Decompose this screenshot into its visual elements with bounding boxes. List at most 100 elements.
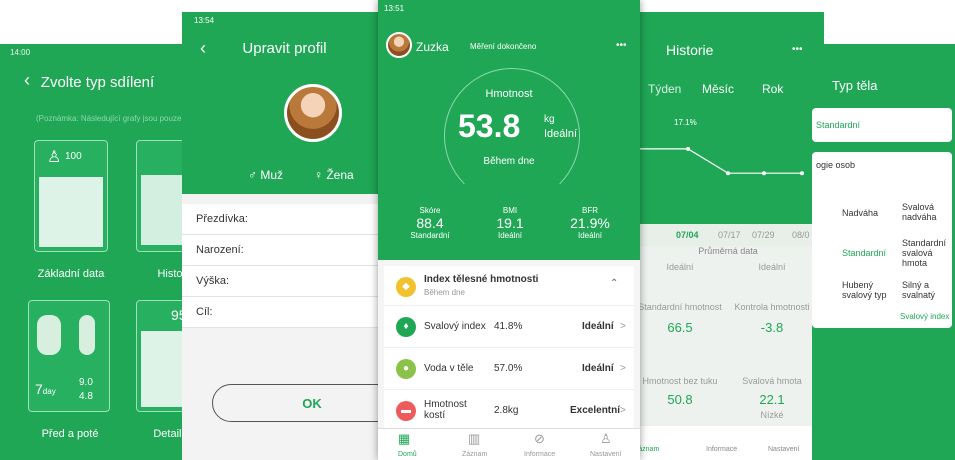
days-unit: day [42,387,56,396]
status-time: 14:00 [10,48,31,57]
weight-unit: kg [544,114,555,125]
history-chart [632,146,804,176]
chevron-up-icon[interactable]: ⌃ [610,278,618,289]
status-time: 13:54 [194,16,215,25]
bfr-value: 21.9% [570,215,610,231]
tab-record[interactable]: Záznam [462,451,487,458]
share-type-screen: 14:00 ‹ Zvolte typ sdílení (Poznámka: Ná… [0,44,195,460]
user-name[interactable]: Zuzka [416,40,449,54]
average-data-label: Průměrná data [698,246,758,256]
tab-info[interactable]: Informace [524,451,555,458]
bell-icon: ◆ [396,277,416,297]
body-type-screen: Typ těla Standardní ogie osob Nadváha Sv… [812,44,955,460]
gender-female-option[interactable]: ♀ Žena [314,168,354,182]
metric-value: 2.8kg [494,405,519,416]
during-day-label: Během dne [483,156,535,167]
metric-status: Ideální [582,363,614,374]
history-screen: Historie ••• Týden Měsíc Rok 17.1% 2 07/… [632,12,824,460]
avatar[interactable] [386,32,412,58]
bmi-index-header[interactable]: ◆ Index tělesné hmotnosti Během dne ⌃ [384,266,634,306]
birth-field[interactable]: Narození: [182,235,387,266]
page-title: Historie [666,42,714,58]
history-point[interactable] [686,146,690,151]
date-3[interactable]: 07/29 [752,230,775,240]
days-value: 7 [35,381,43,397]
tab-month[interactable]: Měsíc [702,82,734,96]
current-type: Standardní [816,120,861,130]
weight-loss-1: 9.0 [79,377,93,388]
ideal-label-2: Ideální [758,262,786,272]
person-icon[interactable]: ♙ [600,431,612,447]
standard-weight-value: 66.5 [667,320,693,335]
metric-status: Excelentní [570,405,621,416]
bmi-status: Ideální [497,231,523,240]
bfr-label: BFR [582,206,598,215]
metric-value: 41.8% [494,321,523,332]
metric-name: Svalový index [424,321,486,332]
date-2[interactable]: 07/17 [718,230,741,240]
overweight-label: Nadváha [842,208,879,218]
tab-settings[interactable]: Nastavení [590,451,622,458]
avatar[interactable] [284,84,342,142]
gender-male-option[interactable]: ♂ Muž [248,168,283,182]
edit-profile-screen: 13:54 ‹ Upravit profil ♂ Muž ♀ Žena Přez… [182,12,387,460]
data-grid [39,177,103,247]
score-status: Standardní [410,231,450,240]
strong-muscle-label: Silný a svalnatý [902,280,936,300]
metric-row[interactable]: ● Voda v těle 57.0% Ideální > [384,348,634,390]
person-icon: ♙ [47,149,62,166]
female-icon: ♀ [314,168,327,182]
date-4[interactable]: 08/0 [792,230,810,240]
types-heading: ogie osob [816,160,856,170]
standard-muscle-label: Standardní svalová hmota [902,238,947,268]
compass-icon[interactable]: ⊘ [534,431,545,447]
bmi-stat: BMI 19.1 Ideální [470,206,550,240]
date-selected[interactable]: 07/04 [676,230,699,240]
tab-year[interactable]: Rok [762,82,783,96]
before-after-label: Před a poté [41,428,99,440]
metric-name: Voda v těle [424,363,474,374]
before-figure [37,315,61,355]
chevron-right-icon: > [620,405,626,416]
bfr-status: Ideální [577,231,603,240]
goal-field[interactable]: Cíl: [182,297,387,328]
height-field[interactable]: Výška: [182,266,387,297]
fat-free-mass-label: Hmotnost bez tuku [642,376,718,386]
tab-home[interactable]: Domů [398,451,417,458]
muscle-icon: ♦ [396,317,416,337]
history-point[interactable] [800,171,804,176]
history-point[interactable] [726,171,730,176]
female-label: Žena [326,168,354,182]
score-value: 88.4 [416,215,444,231]
ideal-label-1: Ideální [666,262,694,272]
ok-button[interactable]: OK [212,384,387,422]
tab-bar: ▦ Domů ▥ Záznam ⊘ Informace ♙ Nastavení [378,428,640,460]
muscle-mass-value: 22.1 [759,392,785,407]
more-icon[interactable]: ••• [616,40,627,51]
before-after-thumbnail[interactable]: 7day 9.0 4.8 [28,300,110,412]
thin-muscle-label: Hubený svalový typ [842,280,887,300]
index-title: Index tělesné hmotnosti [424,274,539,285]
nickname-field[interactable]: Přezdívka: [182,204,387,235]
weight-loss-2: 4.8 [79,391,93,402]
muscle-overweight-label: Svalová nadváha [902,202,937,222]
weight-value: 53.8 [458,108,521,144]
history-point[interactable] [762,171,766,176]
metric-row[interactable]: ▬ Hmotnost kostí 2.8kg Excelentní > [384,390,634,432]
home-icon[interactable]: ▦ [398,431,410,447]
note-text: (Poznámka: Následující grafy jsou pouze … [36,114,195,123]
male-label: Muž [260,168,284,182]
more-icon[interactable]: ••• [792,44,803,55]
bone-icon: ▬ [396,401,416,421]
score-label: Skóre [419,206,441,215]
metric-value: 57.0% [494,363,523,374]
axis-label: Svalový index [900,312,950,321]
chart-icon[interactable]: ▥ [468,431,480,447]
basic-data-thumbnail[interactable]: ♙ 100 [34,140,108,252]
metric-row[interactable]: ♦ Svalový index 41.8% Ideální > [384,306,634,348]
status-time: 13:51 [384,4,405,13]
bmi-label: BMI [502,206,518,215]
tab-info[interactable]: Informace [706,446,737,453]
tab-settings[interactable]: Nastavení [768,446,800,453]
tab-week[interactable]: Týden [648,82,681,96]
